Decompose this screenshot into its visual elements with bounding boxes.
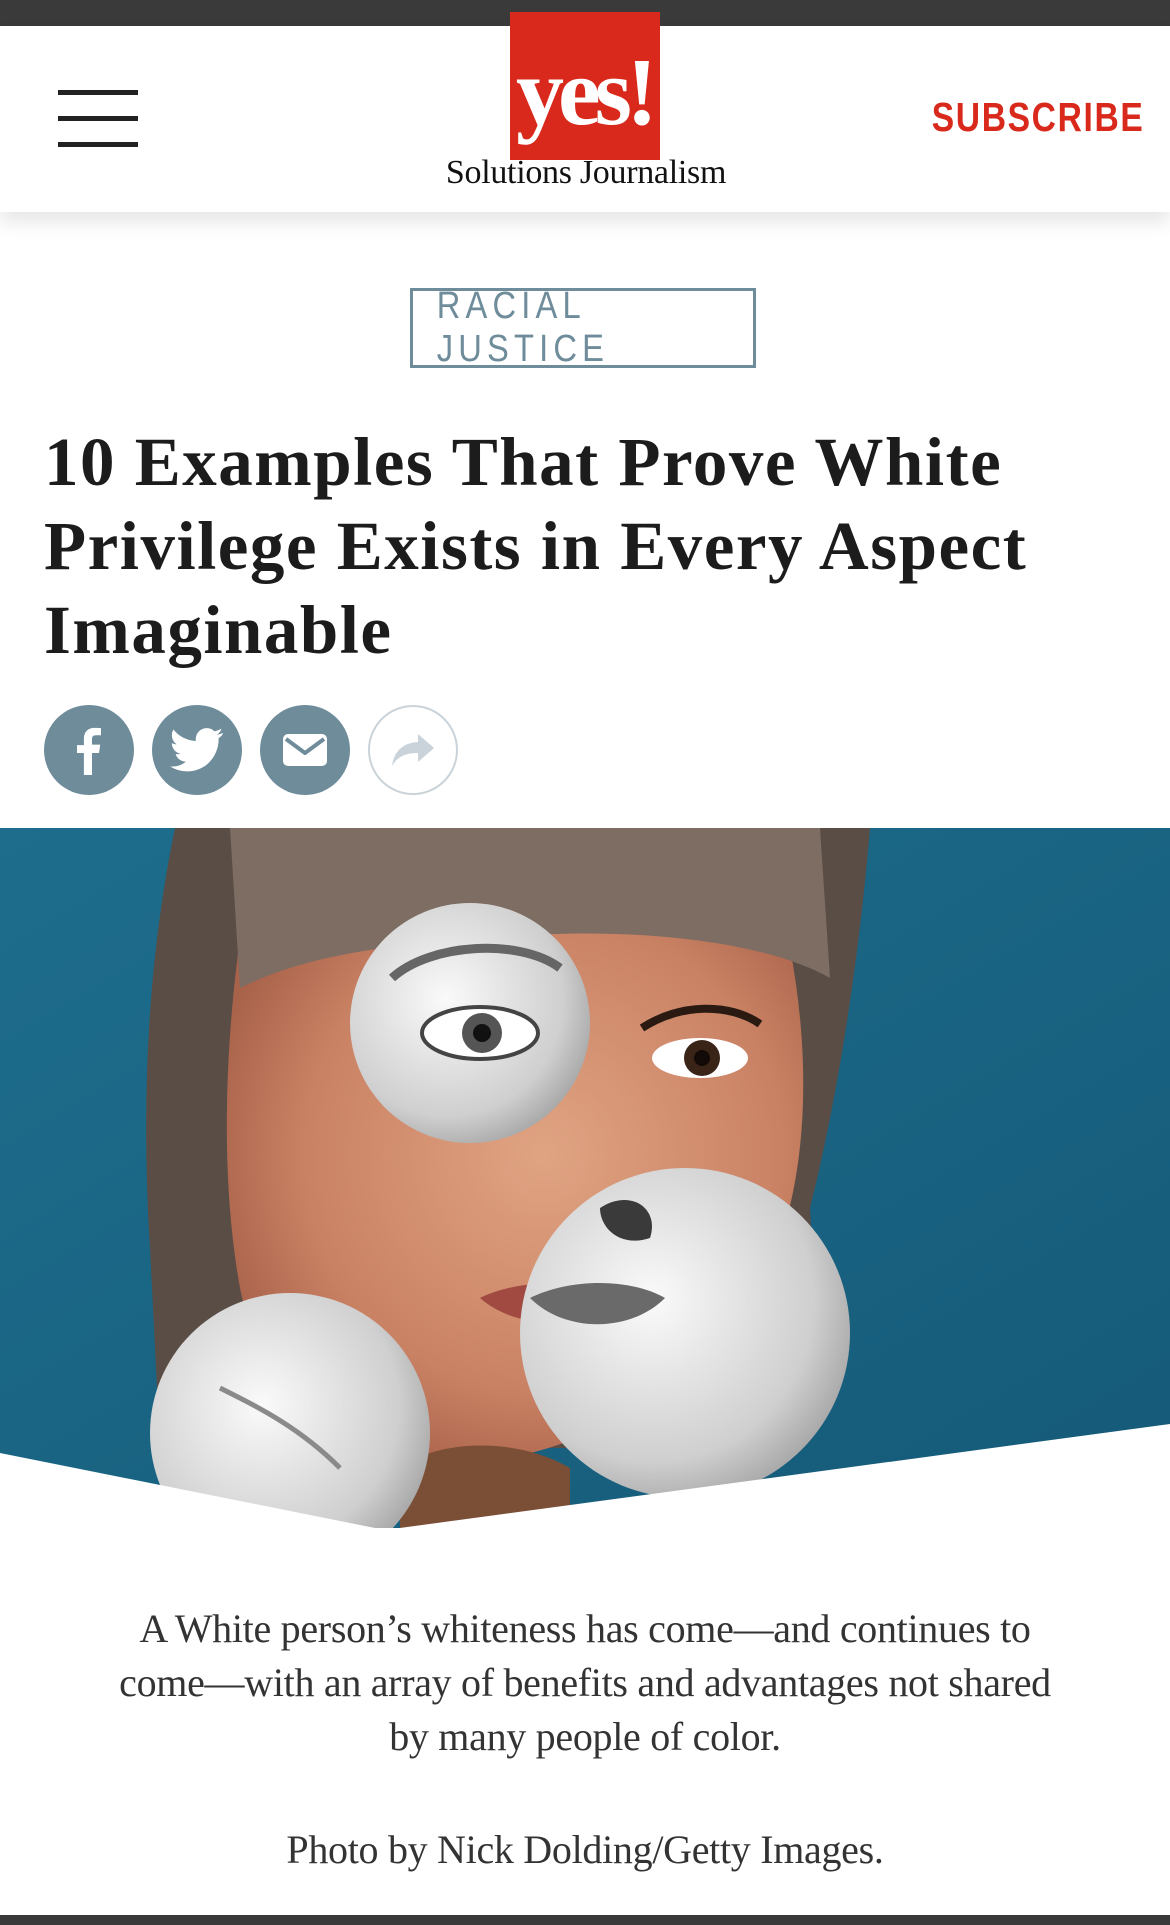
article-title: 10 Examples That Prove White Privilege E… (44, 424, 1028, 668)
article-dek: A White person’s whiteness has come—and … (119, 1606, 1051, 1759)
share-arrow-icon (392, 734, 434, 766)
category-tag[interactable]: RACIAL JUSTICE (410, 285, 756, 370)
hamburger-menu-icon[interactable] (58, 90, 138, 148)
email-share-button[interactable] (260, 705, 350, 795)
email-icon (283, 734, 327, 766)
facebook-share-button[interactable] (44, 705, 134, 795)
logo-mark: yes! (510, 12, 660, 160)
hero-image (0, 828, 1170, 1528)
photo-credit: Photo by Nick Dolding/Getty Images. (286, 1827, 884, 1872)
site-header: yes! Solutions Journalism SUBSCRIBE (0, 12, 1170, 212)
subscribe-link[interactable]: SUBSCRIBE (931, 94, 1144, 141)
more-share-button[interactable] (368, 705, 458, 795)
facebook-icon (77, 727, 101, 775)
bottom-strip (0, 1915, 1170, 1925)
twitter-share-button[interactable] (152, 705, 242, 795)
logo-tagline: Solutions Journalism (445, 154, 727, 191)
category-label: RACIAL JUSTICE (436, 285, 610, 370)
twitter-icon (170, 728, 224, 772)
site-logo[interactable]: yes! Solutions Journalism (422, 12, 742, 202)
article-page: yes! Solutions Journalism SUBSCRIBE RACI… (0, 0, 1170, 1925)
logo-mark-text: yes! (516, 38, 652, 145)
share-bar (44, 705, 458, 797)
